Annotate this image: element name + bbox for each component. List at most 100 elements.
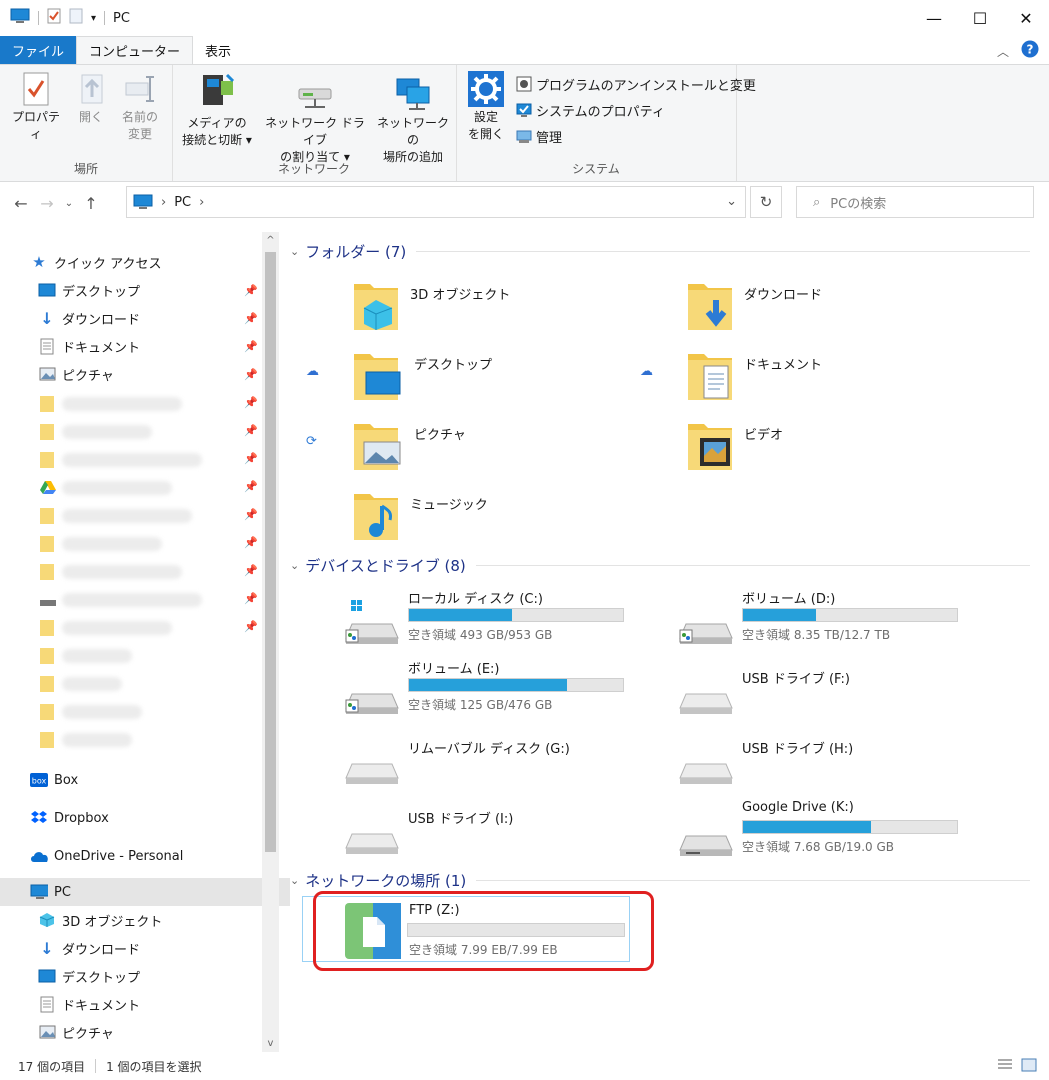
system-group: 設定 を開く プログラムのアンインストールと変更 システムのプロパティ 管理 シ… (456, 65, 756, 181)
open-button[interactable]: 開く (70, 71, 112, 126)
folder-downloads[interactable]: ダウンロード (686, 276, 822, 340)
drive-e[interactable]: ボリューム (E:) 空き領域 125 GB/476 GB (342, 658, 642, 720)
cloud-status-icon: ☁ (640, 364, 653, 379)
uninstall-programs-button[interactable]: プログラムのアンインストールと変更 (516, 73, 756, 95)
refresh-icon[interactable]: ↻ (750, 186, 782, 218)
pin-icon[interactable]: 📌 (244, 564, 258, 577)
nav-pc-pictures[interactable]: ピクチャ (0, 1018, 298, 1046)
drive-usage-fill (409, 609, 512, 621)
nav-dropbox[interactable]: Dropbox (0, 804, 290, 832)
address-bar[interactable]: › PC › ⌄ (126, 186, 746, 218)
tab-computer[interactable]: コンピューター (76, 35, 194, 65)
large-icons-view-icon[interactable] (1021, 1058, 1037, 1075)
map-network-drive-button[interactable]: ネットワーク ドライブ の割り当て ▾ (260, 71, 370, 166)
search-box[interactable]: ⌕ PCの検索 (796, 186, 1034, 218)
open-settings-button[interactable]: 設定 を開く (462, 71, 510, 143)
recent-locations-chevron-icon[interactable]: ⌄ (60, 187, 78, 219)
hard-drive-icon (345, 693, 399, 714)
minimize-button[interactable]: — (911, 0, 957, 36)
scroll-up-icon[interactable]: ^ (262, 232, 279, 249)
breadcrumb-pc[interactable]: PC (174, 195, 191, 210)
add-network-location-button[interactable]: ネットワークの 場所の追加 (372, 71, 454, 166)
new-folder-quick-icon[interactable] (69, 8, 83, 28)
address-dropdown-chevron-icon[interactable]: ⌄ (726, 194, 737, 209)
nav-pc-downloads[interactable]: ↓ ダウンロード (0, 934, 298, 962)
status-bar: 17 個の項目 1 個の項目を選択 (0, 1052, 1049, 1080)
pin-icon[interactable]: 📌 (244, 368, 258, 381)
media-connect-button[interactable]: メディアの 接続と切断 ▾ (176, 71, 258, 149)
devices-section-header[interactable]: ⌄ デバイスとドライブ (8) (290, 553, 1030, 577)
close-button[interactable]: ✕ (1003, 0, 1049, 36)
drive-d[interactable]: ボリューム (D:) 空き領域 8.35 TB/12.7 TB (676, 588, 976, 650)
nav-onedrive[interactable]: OneDrive - Personal (0, 842, 290, 870)
drive-h[interactable]: USB ドライブ (H:) (676, 728, 976, 790)
breadcrumb-chevron-icon[interactable]: › (199, 195, 204, 210)
pin-icon[interactable]: 📌 (244, 424, 258, 437)
desktop-icon (38, 281, 56, 299)
pin-icon[interactable]: 📌 (244, 480, 258, 493)
usb-drive-icon (679, 763, 733, 784)
customize-quick-access-icon[interactable]: ▾ (91, 13, 96, 24)
drive-k[interactable]: Google Drive (K:) 空き領域 7.68 GB/19.0 GB (676, 800, 976, 862)
pin-icon[interactable]: 📌 (244, 536, 258, 549)
nav-pc-documents[interactable]: ドキュメント (0, 990, 298, 1018)
nav-pane-scrollbar[interactable]: ^ v (262, 232, 279, 1052)
tab-view[interactable]: 表示 (193, 36, 243, 64)
nav-quick-access[interactable]: ★ クイック アクセス (0, 248, 290, 276)
nav-pc-3d-objects[interactable]: 3D オブジェクト (0, 906, 298, 934)
pin-icon[interactable]: 📌 (244, 592, 258, 605)
scrollbar-thumb[interactable] (265, 252, 276, 852)
cloud-icon (30, 847, 48, 865)
pin-icon[interactable]: 📌 (244, 452, 258, 465)
drive-i[interactable]: USB ドライブ (I:) (342, 798, 642, 860)
download-arrow-icon: ↓ (40, 308, 54, 328)
folder-music[interactable]: ミュージック (352, 486, 488, 550)
up-arrow-icon[interactable]: ↑ (78, 187, 104, 219)
system-properties-button[interactable]: システムのプロパティ (516, 99, 665, 121)
properties-quick-icon[interactable] (47, 8, 61, 28)
chevron-up-icon[interactable]: ︿ (997, 43, 1009, 60)
drive-c[interactable]: ローカル ディスク (C:) 空き領域 493 GB/953 GB (342, 588, 642, 650)
scroll-down-icon[interactable]: v (262, 1035, 279, 1052)
nav-pc-desktop[interactable]: デスクトップ (0, 962, 298, 990)
usb-drive-icon (679, 693, 733, 714)
hard-drive-icon (679, 835, 733, 856)
drive-usage-bar (742, 608, 958, 622)
collapse-chevron-icon[interactable]: ⌄ (290, 245, 299, 258)
drive-f[interactable]: USB ドライブ (F:) (676, 658, 976, 720)
desktop-folder-icon (354, 354, 401, 400)
pin-icon[interactable]: 📌 (244, 396, 258, 409)
back-arrow-icon[interactable]: ← (8, 187, 34, 219)
drive-usage-fill (743, 821, 872, 833)
pin-icon[interactable]: 📌 (244, 312, 258, 325)
nav-box[interactable]: box Box (0, 766, 290, 794)
properties-button[interactable]: プロパティ (8, 71, 64, 143)
tab-file[interactable]: ファイル (0, 36, 77, 64)
maximize-button[interactable]: ☐ (957, 0, 1003, 36)
picture-icon (38, 365, 56, 383)
help-icon[interactable]: ? (1021, 40, 1039, 62)
pin-icon[interactable]: 📌 (244, 620, 258, 633)
desktop-icon (38, 967, 56, 985)
usb-drive-icon (345, 833, 399, 854)
manage-button[interactable]: 管理 (516, 125, 562, 147)
drive-g[interactable]: リムーバブル ディスク (G:) (342, 728, 642, 790)
folder-documents[interactable]: ドキュメント (686, 346, 822, 410)
pin-icon[interactable]: 📌 (244, 284, 258, 297)
folder-3d-objects[interactable]: 3D オブジェクト (352, 276, 510, 340)
collapse-chevron-icon[interactable]: ⌄ (290, 559, 299, 572)
pin-icon[interactable]: 📌 (244, 340, 258, 353)
folder-desktop[interactable]: デスクトップ (352, 346, 492, 410)
nav-this-pc[interactable]: PC (0, 878, 290, 906)
window-title: PC (113, 10, 130, 26)
rename-button[interactable]: 名前の 変更 (112, 71, 168, 143)
folder-videos[interactable]: ビデオ (686, 416, 783, 480)
details-view-icon[interactable] (997, 1058, 1013, 1075)
collapse-chevron-icon[interactable]: ⌄ (290, 874, 299, 887)
pin-icon[interactable]: 📌 (244, 508, 258, 521)
network-section-header[interactable]: ⌄ ネットワークの場所 (1) (290, 868, 1030, 892)
folder-pictures[interactable]: ピクチャ (352, 416, 466, 480)
forward-arrow-icon[interactable]: → (34, 187, 60, 219)
folders-section-header[interactable]: ⌄ フォルダー (7) (290, 239, 1030, 263)
hard-drive-icon (679, 623, 733, 644)
